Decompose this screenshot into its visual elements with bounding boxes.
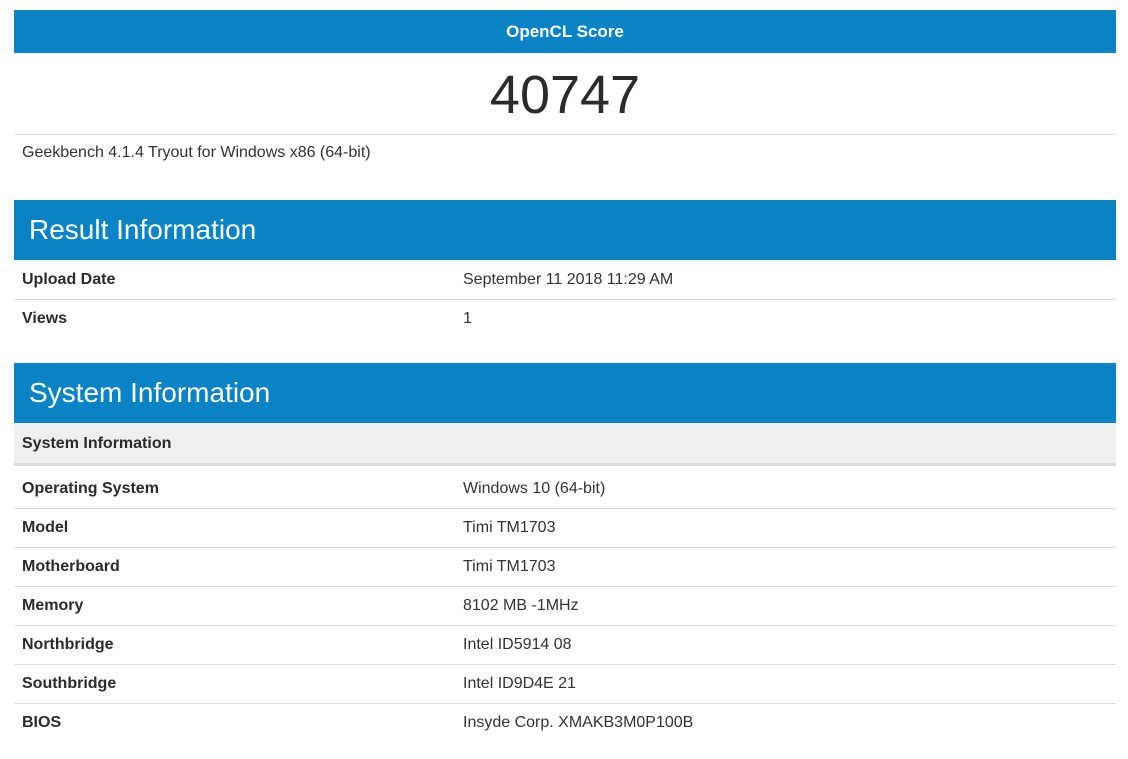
table-row: Northbridge Intel ID5914 08 <box>14 626 1116 665</box>
table-row: Motherboard Timi TM1703 <box>14 548 1116 587</box>
page: OpenCL Score 40747 Geekbench 4.1.4 Tryou… <box>0 0 1128 759</box>
row-label: Motherboard <box>22 558 120 575</box>
row-label: Memory <box>22 597 84 614</box>
score-header: OpenCL Score <box>14 10 1116 53</box>
score-value: 40747 <box>14 56 1116 135</box>
table-row: Southbridge Intel ID9D4E 21 <box>14 665 1116 704</box>
row-value: Timi TM1703 <box>463 519 556 536</box>
system-information-header: System Information <box>14 363 1116 423</box>
row-label: Northbridge <box>22 636 114 653</box>
row-label: Upload Date <box>22 271 116 288</box>
row-label: Model <box>22 519 69 536</box>
row-value: 8102 MB -1MHz <box>463 597 579 614</box>
row-value: September 11 2018 11:29 AM <box>463 271 674 288</box>
table-row: Memory 8102 MB -1MHz <box>14 587 1116 626</box>
row-label: Southbridge <box>22 675 117 692</box>
table-row: Views 1 <box>14 300 1116 338</box>
system-information-table: Operating System Windows 10 (64-bit) Mod… <box>14 470 1116 742</box>
result-information-header: Result Information <box>14 200 1116 260</box>
table-row: BIOS Insyde Corp. XMAKB3M0P100B <box>14 704 1116 742</box>
system-information-subheader: System Information <box>14 424 1116 466</box>
table-row: Model Timi TM1703 <box>14 509 1116 548</box>
row-label: BIOS <box>22 714 62 731</box>
result-information-table: Upload Date September 11 2018 11:29 AM V… <box>14 261 1116 338</box>
row-value: Timi TM1703 <box>463 558 556 575</box>
row-value: Intel ID9D4E 21 <box>463 675 576 692</box>
row-label: Operating System <box>22 480 159 497</box>
row-value: Insyde Corp. XMAKB3M0P100B <box>463 714 694 731</box>
row-value: Windows 10 (64-bit) <box>463 480 606 497</box>
version-line: Geekbench 4.1.4 Tryout for Windows x86 (… <box>22 144 371 161</box>
row-value: 1 <box>463 310 472 327</box>
table-row: Operating System Windows 10 (64-bit) <box>14 470 1116 509</box>
table-row: Upload Date September 11 2018 11:29 AM <box>14 261 1116 300</box>
row-label: Views <box>22 310 68 327</box>
row-value: Intel ID5914 08 <box>463 636 572 653</box>
